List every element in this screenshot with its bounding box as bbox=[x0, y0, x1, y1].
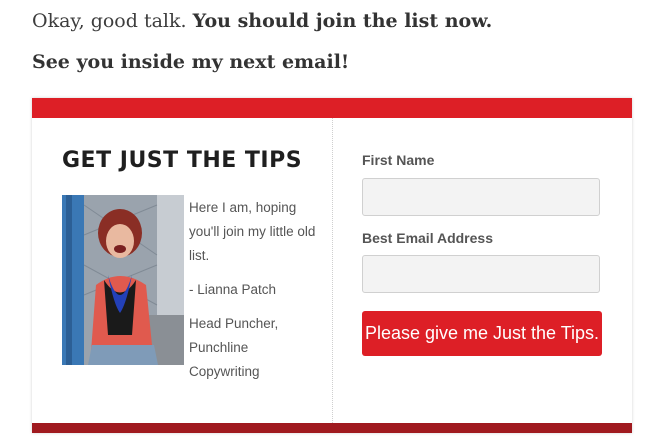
intro-line-1: Okay, good talk. You should join the lis… bbox=[32, 10, 492, 32]
intro-line-1-bold: You should join the list now. bbox=[192, 10, 493, 32]
first-name-label: First Name bbox=[362, 152, 435, 168]
optin-card: GET JUST THE TIPS Here I am, hoping you'… bbox=[32, 98, 632, 433]
intro-line-2: See you inside my next email! bbox=[32, 51, 350, 73]
submit-button[interactable]: Please give me Just the Tips. bbox=[362, 311, 602, 356]
author-photo bbox=[62, 195, 184, 365]
card-bottom-bar bbox=[32, 423, 632, 433]
column-divider bbox=[332, 118, 333, 423]
email-input[interactable] bbox=[362, 255, 600, 293]
bio-signature: - Lianna Patch bbox=[189, 282, 277, 297]
intro-line-1-plain: Okay, good talk. bbox=[32, 10, 193, 32]
email-label: Best Email Address bbox=[362, 230, 493, 246]
card-top-bar bbox=[32, 98, 632, 118]
author-bio: Here I am, hoping you'll join my little … bbox=[189, 196, 319, 394]
optin-heading: GET JUST THE TIPS bbox=[62, 148, 303, 173]
bio-title: Head Puncher, Punchline Copywriting bbox=[189, 316, 279, 379]
bio-text: Here I am, hoping you'll join my little … bbox=[189, 200, 316, 263]
first-name-input[interactable] bbox=[362, 178, 600, 216]
